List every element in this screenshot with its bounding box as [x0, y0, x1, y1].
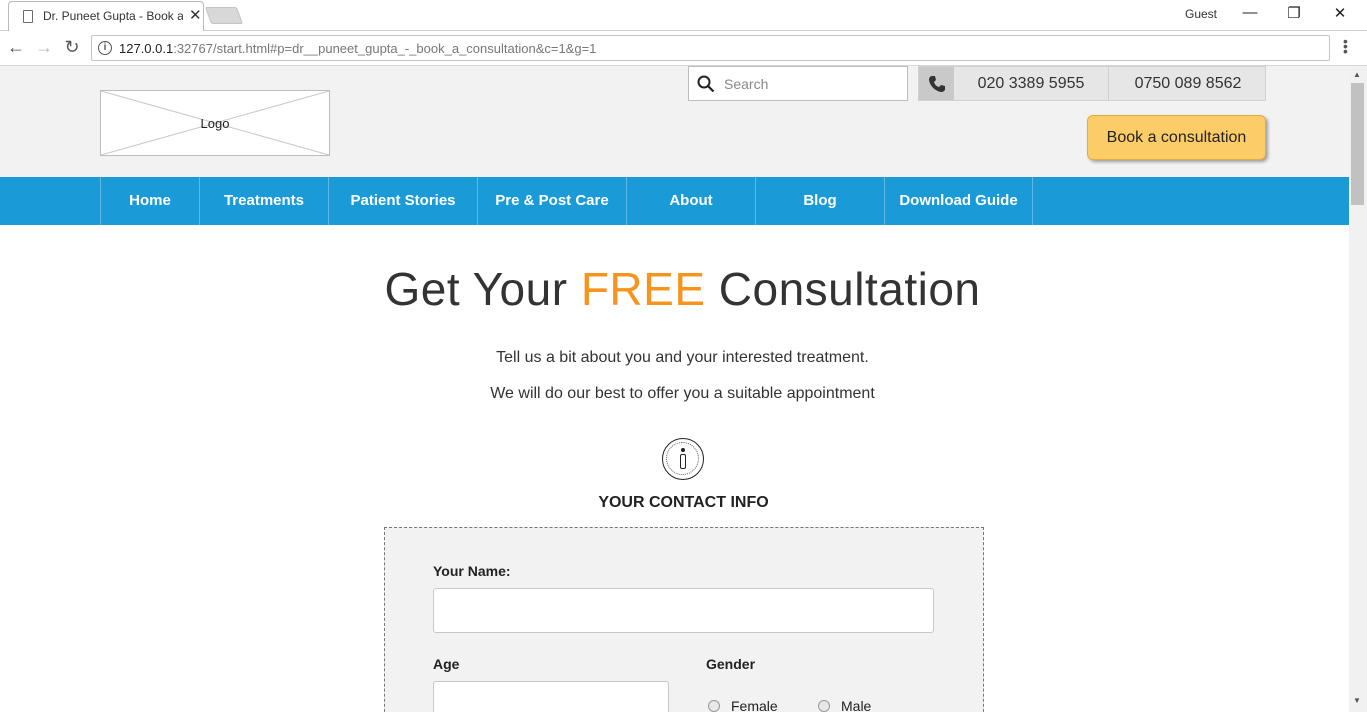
- site-info-icon[interactable]: i: [98, 41, 112, 55]
- logo-text: Logo: [200, 116, 230, 131]
- page-icon: [23, 10, 33, 23]
- window-close-icon[interactable]: ✕: [1330, 4, 1350, 22]
- intro-text-1: Tell us a bit about you and your interes…: [496, 349, 869, 366]
- section-title: YOUR CONTACT INFO: [598, 494, 769, 511]
- name-label: Your Name:: [433, 563, 511, 579]
- nav-item-patient-stories[interactable]: Patient Stories: [328, 177, 477, 225]
- back-icon[interactable]: ←: [6, 37, 26, 57]
- search-input[interactable]: [722, 73, 897, 95]
- page-scrollbar[interactable]: ▲ ▼: [1349, 66, 1367, 712]
- nav-item-download-guide[interactable]: Download Guide: [884, 177, 1033, 225]
- browser-tab-strip: Dr. Puneet Gupta - Book a consultation ✕…: [0, 0, 1367, 31]
- url-text: 127.0.0.1:32767/start.html#p=dr__puneet_…: [119, 41, 597, 56]
- search-box[interactable]: [688, 66, 908, 101]
- phone-icon: [919, 67, 954, 100]
- nav-item-treatments[interactable]: Treatments: [199, 177, 328, 225]
- gender-label: Gender: [706, 656, 756, 672]
- nav-item-home[interactable]: Home: [100, 177, 199, 225]
- age-label: Age: [433, 656, 460, 672]
- contact-form: Your Name: Age Gender Female Male: [384, 527, 984, 712]
- reload-icon[interactable]: ↻: [62, 37, 82, 57]
- nav-item-blog[interactable]: Blog: [755, 177, 884, 225]
- url-field[interactable]: i 127.0.0.1:32767/start.html#p=dr__punee…: [91, 35, 1330, 61]
- new-tab-button[interactable]: [204, 7, 244, 24]
- scroll-down-icon[interactable]: ▼: [1353, 696, 1361, 705]
- restore-icon[interactable]: ❐: [1284, 4, 1304, 22]
- minimize-icon[interactable]: —: [1240, 4, 1260, 21]
- name-input[interactable]: [433, 588, 934, 633]
- menu-icon[interactable]: • • •: [1343, 34, 1348, 58]
- logo-placeholder[interactable]: Logo: [100, 90, 330, 156]
- phone-numbers: 020 3389 5955 0750 089 8562: [918, 66, 1266, 101]
- main-nav: Home Treatments Patient Stories Pre & Po…: [0, 177, 1349, 225]
- scrollbar-thumb[interactable]: [1351, 83, 1364, 205]
- phone-number-1[interactable]: 020 3389 5955: [954, 67, 1109, 100]
- page-content: Logo 020 3389 5955 0750 089 8562 Book a …: [0, 66, 1349, 712]
- nav-item-pre-post-care[interactable]: Pre & Post Care: [477, 177, 626, 225]
- tab-close-icon[interactable]: ✕: [189, 7, 202, 25]
- forward-icon[interactable]: →: [34, 37, 54, 57]
- radio-male[interactable]: [818, 700, 830, 712]
- title-highlight: FREE: [580, 263, 706, 315]
- browser-tab[interactable]: Dr. Puneet Gupta - Book a consultation ✕: [8, 1, 204, 31]
- nav-item-about[interactable]: About: [626, 177, 755, 225]
- search-icon: [697, 75, 715, 93]
- page-title: Get Your FREE Consultation: [384, 263, 981, 315]
- book-consultation-button[interactable]: Book a consultation: [1087, 115, 1266, 160]
- tab-title: Dr. Puneet Gupta - Book a consultation: [43, 9, 183, 23]
- profile-label[interactable]: Guest: [1185, 7, 1217, 21]
- phone-number-2[interactable]: 0750 089 8562: [1110, 67, 1266, 100]
- site-header: Logo 020 3389 5955 0750 089 8562 Book a …: [0, 66, 1349, 177]
- radio-female[interactable]: [708, 700, 720, 712]
- intro-text-2: We will do our best to offer you a suita…: [490, 385, 875, 402]
- scroll-up-icon[interactable]: ▲: [1353, 70, 1361, 79]
- age-input[interactable]: [433, 681, 669, 712]
- info-icon: [662, 438, 704, 480]
- address-bar-row: ← → ↻ i 127.0.0.1:32767/start.html#p=dr_…: [0, 31, 1367, 66]
